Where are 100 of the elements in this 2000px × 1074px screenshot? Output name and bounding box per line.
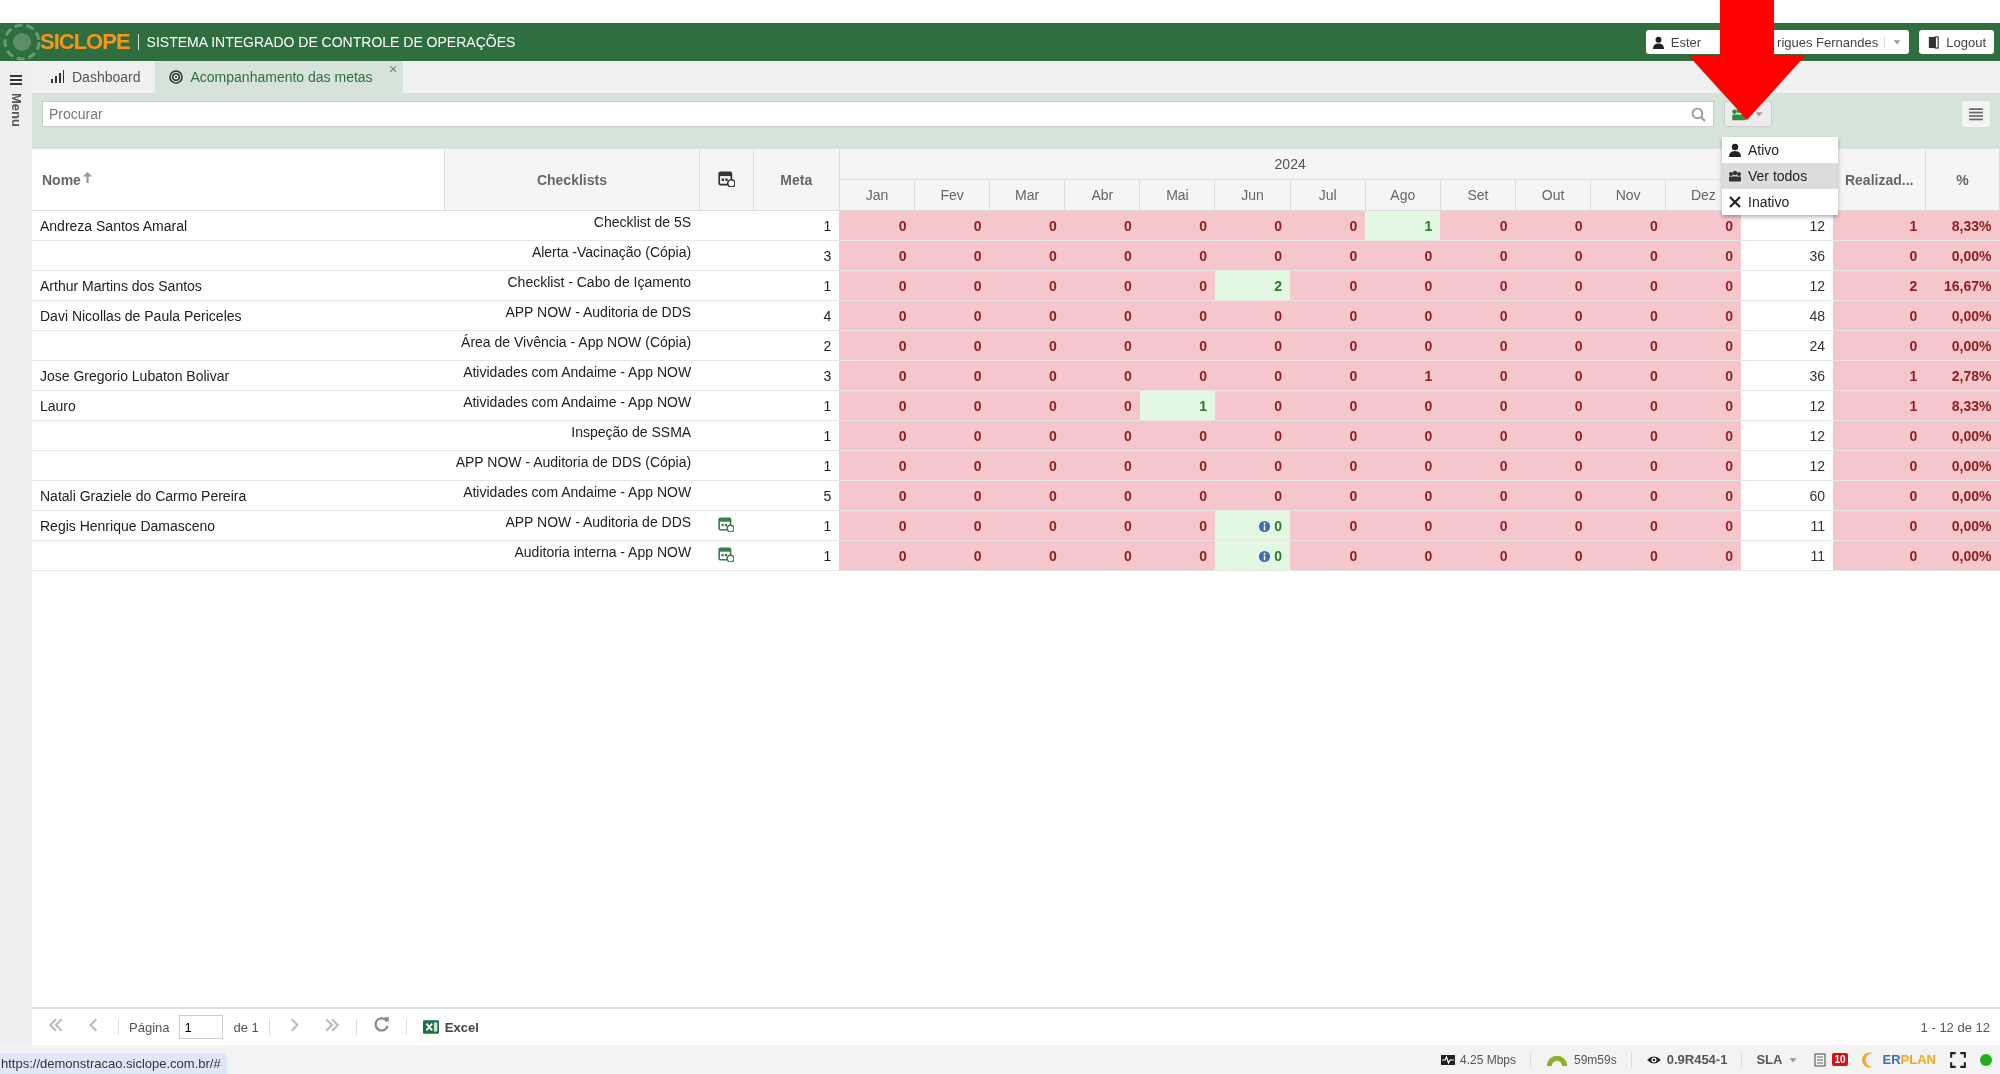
table-cell: 0 (1833, 540, 1926, 571)
menu-icon[interactable] (9, 73, 23, 87)
table-cell: 0 (1833, 420, 1926, 451)
table-cell: 0 (1290, 510, 1366, 541)
logo-text: SICLOPE (40, 29, 130, 55)
table-cell: 0 (1665, 510, 1741, 541)
table-cell: 0 (1440, 270, 1516, 301)
table-cell: 0 (1064, 420, 1140, 451)
table-cell: 0 (1290, 390, 1366, 421)
table-cell: 0 (1290, 240, 1366, 271)
table-cell: 0,00% (1925, 300, 2000, 331)
table-cell: 0 (839, 330, 915, 361)
table-cell: 0 (1290, 210, 1366, 241)
document-icon[interactable] (1813, 1052, 1828, 1067)
calendar-icon[interactable] (718, 546, 735, 562)
app-title: SISTEMA INTEGRADO DE CONTROLE DE OPERAÇÕES (146, 34, 516, 50)
column-header: Jun (1215, 179, 1291, 211)
table-cell: 0 (1139, 360, 1215, 391)
table-cell: 12 (1740, 390, 1834, 421)
column-header: % (1956, 172, 1969, 189)
table-cell: 0 (914, 360, 990, 391)
version-label: 0.9R454-1 (1666, 1052, 1728, 1067)
column-header: Checklists (536, 172, 607, 189)
table-cell: 0 (989, 540, 1065, 571)
table-cell: 0 (1365, 300, 1441, 331)
info-icon[interactable] (1258, 550, 1272, 564)
list-menu-button[interactable] (1962, 101, 1990, 127)
table-cell: 0 (1665, 270, 1741, 301)
table-cell: APP NOW - Auditoria de DDS (444, 510, 700, 541)
gauge-icon (1545, 1053, 1569, 1066)
tab[interactable]: Acompanhamento das metas × (154, 61, 403, 93)
sla-label[interactable]: SLA (1756, 1052, 1783, 1067)
door-icon (1927, 35, 1941, 49)
network-speed: 4.25 Mbps (1459, 1052, 1516, 1067)
dropdown-item[interactable]: Inativo (1722, 189, 1838, 215)
record-count: 1 - 12 de 12 (1920, 1019, 1990, 1035)
search-field[interactable]: Procurar (42, 101, 1714, 127)
table-cell: 0 (914, 450, 990, 481)
table-cell: 2 (1833, 270, 1926, 301)
table-cell: APP NOW - Auditoria de DDS (444, 300, 700, 331)
table-cell: 0 (1365, 420, 1441, 451)
table-cell: 0 (914, 420, 990, 451)
fullscreen-icon[interactable] (1950, 1051, 1966, 1068)
table-cell: 0 (1290, 360, 1366, 391)
info-icon[interactable] (1258, 520, 1272, 534)
table-cell: 8,33% (1925, 390, 2000, 421)
table-cell: 0 (1064, 450, 1140, 481)
table-cell: 0 (1365, 240, 1441, 271)
page-input[interactable]: 1 (179, 1015, 224, 1039)
table-cell: 0 (1290, 480, 1366, 511)
table-cell: 0 (1665, 390, 1741, 421)
table-cell: 0 (1833, 300, 1926, 331)
table-cell: 0 (1440, 480, 1516, 511)
table-cell: 1 (1139, 390, 1215, 421)
table-cell: 2,78% (1925, 360, 2000, 391)
table-cell: Checklist - Cabo de Içamento (444, 270, 700, 301)
alert-badge[interactable]: 10 (1832, 1053, 1848, 1066)
table-cell: 0 (1139, 210, 1215, 241)
table-cell: Regis Henrique Damasceno (32, 510, 445, 541)
table-cell: 0 (1515, 210, 1591, 241)
menu-label[interactable]: Menu (8, 93, 24, 127)
table-cell: 0 (914, 300, 990, 331)
pulse-icon (1440, 1052, 1455, 1067)
table-cell: 0 (1139, 510, 1215, 541)
table-cell: 0 (1440, 360, 1516, 391)
column-header[interactable]: Nome (42, 172, 81, 189)
group-icon (1728, 169, 1742, 183)
table-cell: 0,00% (1925, 330, 2000, 361)
dropdown-item[interactable]: Ver todos (1722, 163, 1838, 189)
table-cell: 0 (914, 270, 990, 301)
table-cell: Alerta -Vacinação (Cópia) (444, 240, 700, 271)
table-cell: 0,00% (1925, 450, 2000, 481)
table-cell: 0 (1139, 300, 1215, 331)
table-cell: 12 (1740, 450, 1834, 481)
logout-button[interactable]: Logout (1919, 30, 1994, 54)
table-cell: 0 (914, 510, 990, 541)
table-cell: 0,00% (1925, 420, 2000, 451)
table-cell: 0 (1215, 300, 1291, 331)
table-cell: 0 (1590, 390, 1666, 421)
table-cell: 0 (1064, 210, 1140, 241)
column-header: Meta (780, 172, 813, 189)
table-cell: 0 (1590, 210, 1666, 241)
table-cell: 0 (839, 210, 915, 241)
calendar-icon[interactable] (718, 516, 735, 532)
column-header: Fev (914, 179, 990, 211)
table-cell: 0 (1365, 510, 1441, 541)
column-header: Abr (1064, 179, 1140, 211)
search-icon (1691, 107, 1706, 122)
table-cell: Jose Gregorio Lubaton Bolivar (32, 360, 445, 391)
table-cell: 0 (1590, 480, 1666, 511)
refresh-icon (372, 1016, 390, 1033)
list-icon (1968, 106, 1984, 122)
table-cell: 0 (1215, 480, 1291, 511)
table-cell: 0 (1665, 300, 1741, 331)
table-cell: 0 (839, 390, 915, 421)
table-cell: 0 (1440, 450, 1516, 481)
table-cell: 0 (1064, 480, 1140, 511)
excel-export-button[interactable]: Excel (416, 1018, 485, 1036)
dropdown-item[interactable]: Ativo (1722, 137, 1838, 163)
table-cell: 8,33% (1925, 210, 2000, 241)
